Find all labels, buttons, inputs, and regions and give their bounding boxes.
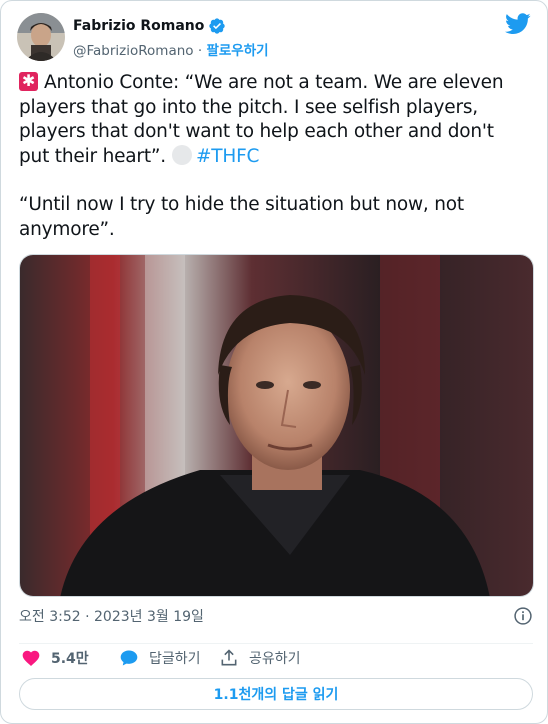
- siren-emoji-icon: [19, 69, 38, 93]
- heart-icon: [22, 650, 40, 666]
- tweet-quote-1: Antonio Conte: “We are not a team. We ar…: [19, 72, 504, 167]
- tweet-quote-2: “Until now I try to hide the situation b…: [19, 194, 464, 240]
- read-replies-button[interactable]: 1.1천개의 답글 읽기: [19, 678, 533, 710]
- tweet-photo[interactable]: [19, 254, 534, 597]
- tweet-card: Fabrizio Romano @FabrizioRomano · 팔로우하기 …: [0, 0, 548, 724]
- handle-row: @FabrizioRomano · 팔로우하기: [73, 39, 269, 59]
- reply-button[interactable]: 답글하기: [119, 648, 201, 668]
- like-count: 5.4만: [51, 651, 89, 667]
- like-button[interactable]: 5.4만: [21, 648, 89, 668]
- share-upload-icon: [221, 649, 237, 666]
- handle-separator: ·: [197, 43, 203, 59]
- action-bar: 5.4만 답글하기 공유하기: [19, 643, 533, 671]
- reply-label: 답글하기: [149, 651, 201, 667]
- tweet-timestamp[interactable]: 오전 3:52 · 2023년 3월 19일: [19, 609, 204, 625]
- white-circle-emoji-icon: [171, 144, 192, 165]
- verified-badge-icon: [209, 18, 226, 34]
- avatar[interactable]: [17, 13, 65, 61]
- info-icon[interactable]: [513, 606, 533, 626]
- tweet-text: Antonio Conte: “We are not a team. We ar…: [19, 69, 529, 242]
- timestamp-row: 오전 3:52 · 2023년 3월 19일: [19, 606, 533, 626]
- share-button[interactable]: 공유하기: [219, 648, 301, 668]
- hashtag-link[interactable]: #THFC: [196, 146, 259, 167]
- twitter-bird-icon[interactable]: [505, 13, 531, 35]
- name-row: Fabrizio Romano: [73, 17, 226, 35]
- share-label: 공유하기: [249, 651, 301, 667]
- speech-bubble-icon: [120, 650, 138, 666]
- author-name[interactable]: Fabrizio Romano: [73, 18, 204, 34]
- tweet-header: Fabrizio Romano @FabrizioRomano · 팔로우하기: [17, 11, 533, 61]
- follow-button[interactable]: 팔로우하기: [206, 43, 268, 59]
- read-replies-label: 1.1천개의 답글 읽기: [213, 687, 339, 703]
- author-handle[interactable]: @FabrizioRomano: [73, 43, 194, 59]
